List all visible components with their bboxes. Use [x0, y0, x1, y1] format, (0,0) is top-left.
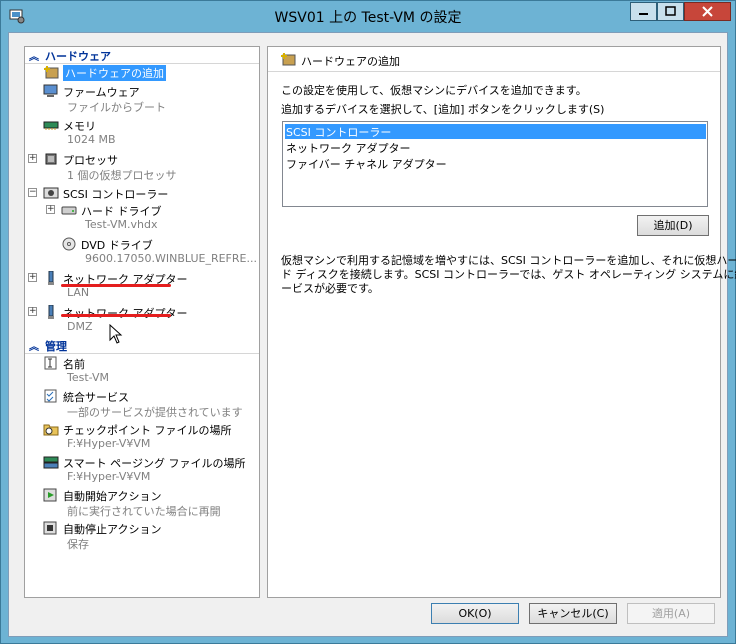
- network-adapter-icon: [48, 271, 54, 285]
- smart-paging-icon: [43, 456, 59, 469]
- add-button[interactable]: 追加(D): [637, 215, 709, 236]
- intro-text: この設定を使用して、仮想マシンにデバイスを追加できます。: [281, 84, 587, 97]
- tree-item-label: スマート ページング ファイルの場所: [63, 457, 246, 470]
- tree-item-label: DVD ドライブ: [81, 239, 153, 252]
- minimize-button[interactable]: [630, 2, 657, 21]
- panel-title: ハードウェアの追加: [301, 55, 400, 68]
- tree-item-sublabel: ファイルからブート: [67, 101, 166, 114]
- tree-item-sublabel: F:¥Hyper-V¥VM: [67, 470, 151, 483]
- expand-icon[interactable]: +: [28, 273, 37, 282]
- tree-item-processor[interactable]: + プロセッサ 1 個の仮想プロセッサ: [25, 151, 259, 183]
- expand-icon[interactable]: +: [28, 154, 37, 163]
- collapse-node-icon[interactable]: −: [28, 188, 37, 197]
- tree-item-memory[interactable]: メモリ 1024 MB: [25, 117, 259, 149]
- instruction-text: 追加するデバイスを選択して、[追加] ボタンをクリックします(S): [281, 103, 605, 116]
- tree-item-sublabel: Test-VM.vhdx: [85, 218, 158, 231]
- hard-drive-icon: [61, 206, 77, 215]
- settings-window: WSV01 上の Test-VM の設定 ︽ ハードウェア ハードウェアの追加: [0, 0, 736, 644]
- device-option[interactable]: ファイバー チャネル アダプター: [285, 156, 706, 171]
- network-adapter-icon: [48, 305, 54, 319]
- cancel-button[interactable]: キャンセル(C): [529, 603, 617, 624]
- tree-item-label: メモリ: [63, 120, 96, 133]
- hardware-section-header[interactable]: ︽ ハードウェア: [25, 47, 259, 64]
- tree-item-label: ネットワーク アダプター: [63, 305, 188, 321]
- hardware-header-label: ハードウェア: [45, 50, 111, 63]
- tree-item-label: 自動停止アクション: [63, 523, 162, 536]
- tree-item-vm-name[interactable]: 名前 Test-VM: [25, 355, 259, 387]
- annotation-underline: [61, 314, 171, 317]
- tree-item-sublabel: F:¥Hyper-V¥VM: [67, 437, 151, 450]
- tree-item-sublabel: 9600.17050.WINBLUE_REFRE...: [85, 252, 257, 265]
- tree-item-auto-start[interactable]: 自動開始アクション 前に実行されていた場合に再開: [25, 487, 259, 519]
- integration-services-icon: [44, 389, 57, 403]
- tree-item-sublabel: 1024 MB: [67, 133, 116, 146]
- details-panel: ハードウェアの追加 この設定を使用して、仮想マシンにデバイスを追加できます。 追…: [267, 46, 736, 598]
- tree-item-label: ハード ドライブ: [81, 205, 162, 218]
- scsi-controller-icon: [43, 187, 59, 199]
- settings-tree[interactable]: ︽ ハードウェア ハードウェアの追加 ファームウェア ファイルからブート メモリ…: [24, 46, 260, 598]
- tree-item-firmware[interactable]: ファームウェア ファイルからブート: [25, 83, 259, 115]
- tree-item-sublabel: 1 個の仮想プロセッサ: [67, 169, 177, 182]
- device-option[interactable]: ネットワーク アダプター: [285, 140, 706, 155]
- tree-item-label: プロセッサ: [63, 154, 118, 167]
- tree-item-sublabel: LAN: [67, 286, 90, 299]
- tree-item-sublabel: DMZ: [67, 320, 93, 333]
- name-icon: [44, 356, 57, 370]
- close-icon: [702, 6, 713, 17]
- device-listbox[interactable]: SCSI コントローラー ネットワーク アダプター ファイバー チャネル アダプ…: [282, 121, 708, 207]
- tree-item-label: 統合サービス: [63, 391, 129, 404]
- tree-item-label: チェックポイント ファイルの場所: [63, 424, 232, 437]
- tree-item-scsi-controller[interactable]: − SCSI コントローラー: [25, 185, 259, 202]
- minimize-icon: [639, 13, 648, 15]
- title-bar[interactable]: WSV01 上の Test-VM の設定: [1, 1, 735, 33]
- panel-header: ハードウェアの追加: [268, 47, 720, 72]
- maximize-button[interactable]: [657, 2, 684, 21]
- tree-item-sublabel: 一部のサービスが提供されています: [67, 406, 243, 419]
- collapse-icon: ︽: [29, 52, 39, 63]
- dialog-body: ︽ ハードウェア ハードウェアの追加 ファームウェア ファイルからブート メモリ…: [8, 32, 736, 637]
- tree-item-hard-drive[interactable]: + ハード ドライブ Test-VM.vhdx: [25, 202, 259, 234]
- expand-icon[interactable]: +: [28, 307, 37, 316]
- tree-item-sublabel: 保存: [67, 538, 89, 551]
- tree-item-label: ファームウェア: [63, 86, 140, 99]
- tree-item-auto-stop[interactable]: 自動停止アクション 保存: [25, 520, 259, 552]
- firmware-icon: [43, 84, 58, 97]
- window-title: WSV01 上の Test-VM の設定: [274, 10, 462, 26]
- annotation-underline: [61, 284, 171, 287]
- tree-item-sublabel: 前に実行されていた場合に再開: [67, 505, 221, 518]
- tree-item-integration-services[interactable]: 統合サービス 一部のサービスが提供されています: [25, 388, 259, 420]
- management-section-header[interactable]: ︽ 管理: [25, 337, 259, 354]
- memory-icon: [43, 121, 59, 130]
- tree-item-sublabel: Test-VM: [67, 371, 110, 384]
- apply-button[interactable]: 適用(A): [627, 603, 715, 624]
- management-header-label: 管理: [45, 340, 67, 353]
- tree-item-label: 名前: [63, 358, 85, 371]
- checkpoint-folder-icon: [43, 424, 59, 436]
- tree-item-add-hardware[interactable]: ハードウェアの追加: [25, 64, 259, 81]
- close-button[interactable]: [684, 2, 731, 21]
- collapse-icon: ︽: [29, 342, 39, 353]
- tree-item-checkpoint-location[interactable]: チェックポイント ファイルの場所 F:¥Hyper-V¥VM: [25, 421, 259, 453]
- tree-item-network-adapter-dmz[interactable]: + ネットワーク アダプター DMZ: [25, 304, 259, 336]
- device-option[interactable]: SCSI コントローラー: [285, 124, 706, 139]
- add-hardware-icon: [281, 53, 296, 66]
- description-text: ービスが必要です。: [281, 282, 379, 295]
- auto-start-icon: [43, 488, 57, 502]
- dvd-drive-icon: [62, 237, 76, 251]
- tree-item-label: 自動開始アクション: [63, 490, 162, 503]
- tree-item-label: ハードウェアの追加: [63, 65, 166, 81]
- maximize-icon: [665, 6, 676, 16]
- tree-item-smart-paging-location[interactable]: スマート ページング ファイルの場所 F:¥Hyper-V¥VM: [25, 454, 259, 486]
- add-hardware-icon: [44, 66, 59, 79]
- ok-button[interactable]: OK(O): [431, 603, 519, 624]
- tree-item-dvd-drive[interactable]: DVD ドライブ 9600.17050.WINBLUE_REFRE...: [25, 236, 259, 268]
- processor-icon: [45, 153, 57, 165]
- auto-stop-icon: [43, 521, 57, 535]
- expand-icon[interactable]: +: [46, 205, 55, 214]
- tree-item-label: SCSI コントローラー: [63, 188, 169, 201]
